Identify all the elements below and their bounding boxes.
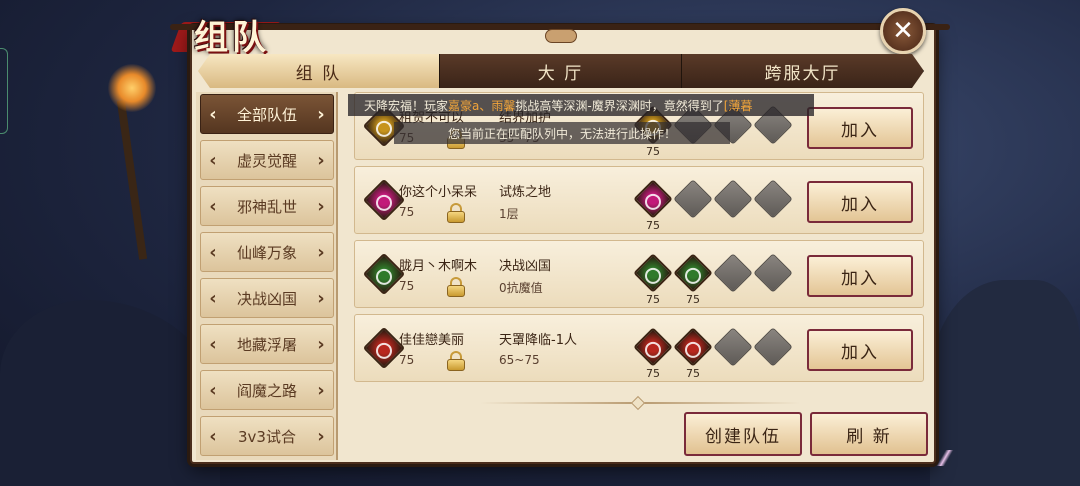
window-title: 组队 bbox=[168, 8, 296, 60]
sidebar-item-label: 地藏浮屠 bbox=[236, 335, 297, 354]
chevron-right-icon[interactable]: › bbox=[315, 426, 327, 447]
chevron-left-icon[interactable]: ‹ bbox=[207, 242, 219, 263]
tab-hall[interactable]: 大 厅 bbox=[440, 54, 682, 88]
unlock-icon bbox=[447, 351, 465, 371]
activity-requirement: 65~75 bbox=[499, 353, 540, 367]
leader-level: 75 bbox=[399, 353, 415, 367]
create-team-button[interactable]: 创建队伍 bbox=[684, 412, 802, 456]
sidebar-item-xianfeng[interactable]: ‹ 仙峰万象 › bbox=[200, 232, 334, 272]
activity-name: 天罩降临-1人 bbox=[499, 333, 577, 348]
sidebar-item-3v3[interactable]: ‹ 3v3试合 › bbox=[200, 416, 334, 456]
join-button[interactable]: 加入 bbox=[807, 107, 913, 149]
empty-slot bbox=[753, 179, 793, 219]
background-rock bbox=[0, 300, 220, 486]
team-row: 你这个小呆呆 75 试炼之地 1层 75 加入 bbox=[354, 166, 924, 234]
side-handle[interactable] bbox=[0, 48, 8, 134]
chevron-right-icon[interactable]: › bbox=[315, 380, 327, 401]
chevron-left-icon[interactable]: ‹ bbox=[207, 288, 219, 309]
team-row: 佳佳戀美丽 75 天罩降临-1人 65~75 75 75 加入 bbox=[354, 314, 924, 382]
sidebar-item-label: 仙峰万象 bbox=[236, 243, 297, 262]
activity-requirement: 0抗魔值 bbox=[499, 281, 543, 295]
member-level: 75 bbox=[646, 219, 660, 232]
refresh-button[interactable]: 刷 新 bbox=[810, 412, 928, 456]
empty-slot bbox=[713, 179, 753, 219]
chevron-left-icon[interactable]: ‹ bbox=[207, 196, 219, 217]
close-icon[interactable]: ✕ bbox=[880, 8, 926, 54]
chevron-left-icon[interactable]: ‹ bbox=[207, 104, 219, 125]
empty-slot bbox=[673, 179, 713, 219]
activity-sidebar: ‹ 全部队伍 › ‹ 虚灵觉醒 › ‹ 邪神乱世 › ‹ 仙峰万象 › ‹ 决战凶国 › ‹ 地藏浮屠… bbox=[196, 92, 338, 460]
member-level: 75 bbox=[646, 145, 660, 158]
sidebar-item-juezhan[interactable]: ‹ 决战凶国 › bbox=[200, 278, 334, 318]
broadcast-item: [薄暮 bbox=[723, 98, 753, 113]
chevron-left-icon[interactable]: ‹ bbox=[207, 380, 219, 401]
broadcast-separator: 、 bbox=[479, 98, 492, 113]
chevron-left-icon[interactable]: ‹ bbox=[207, 334, 219, 355]
sidebar-item-label: 3v3试合 bbox=[238, 427, 296, 446]
member-level: 75 bbox=[686, 367, 700, 380]
system-broadcast: 天降宏福！玩家 嘉豪a、雨馨 挑战高等深渊-魔界深渊时，竟然得到了 [薄暮 bbox=[348, 94, 814, 116]
leader-level: 75 bbox=[399, 205, 415, 219]
member-school-icon bbox=[633, 327, 673, 367]
title-ornament bbox=[545, 29, 577, 43]
tab-team[interactable]: 组 队 bbox=[198, 54, 440, 88]
torch-pole bbox=[116, 100, 148, 260]
activity-name: 试炼之地 bbox=[499, 185, 552, 200]
member-school-icon bbox=[633, 253, 673, 293]
sidebar-item-xieshen[interactable]: ‹ 邪神乱世 › bbox=[200, 186, 334, 226]
unlock-icon bbox=[447, 203, 465, 223]
sidebar-item-label: 全部队伍 bbox=[236, 105, 297, 124]
chevron-right-icon[interactable]: › bbox=[315, 334, 327, 355]
unlock-icon bbox=[447, 277, 465, 297]
leader-name: 胧月丶木啊木 bbox=[399, 259, 478, 274]
broadcast-player: 嘉豪a bbox=[448, 98, 480, 113]
broadcast-prefix: 天降宏福！玩家 bbox=[364, 98, 449, 113]
empty-slot bbox=[713, 253, 753, 293]
leader-level: 75 bbox=[399, 279, 415, 293]
chevron-left-icon[interactable]: ‹ bbox=[207, 426, 219, 447]
sidebar-item-dizang[interactable]: ‹ 地藏浮屠 › bbox=[200, 324, 334, 364]
sidebar-item-xuling[interactable]: ‹ 虚灵觉醒 › bbox=[200, 140, 334, 180]
member-school-icon bbox=[673, 327, 713, 367]
broadcast-message: 挑战高等深渊-魔界深渊时，竟然得到了 bbox=[515, 98, 724, 113]
tab-cross-server-hall[interactable]: 跨服大厅 bbox=[682, 54, 924, 88]
sidebar-item-label: 决战凶国 bbox=[236, 289, 297, 308]
torch-flame bbox=[108, 64, 156, 112]
chevron-right-icon[interactable]: › bbox=[315, 196, 327, 217]
activity-name: 决战凶国 bbox=[499, 259, 552, 274]
sidebar-item-all-teams[interactable]: ‹ 全部队伍 › bbox=[200, 94, 334, 134]
chevron-right-icon[interactable]: › bbox=[315, 288, 327, 309]
member-level: 75 bbox=[646, 367, 660, 380]
sidebar-item-label: 虚灵觉醒 bbox=[236, 151, 297, 170]
activity-requirement: 1层 bbox=[499, 207, 519, 221]
decorative-feather bbox=[930, 450, 960, 466]
chevron-left-icon[interactable]: ‹ bbox=[207, 150, 219, 171]
broadcast-player: 雨馨 bbox=[491, 98, 516, 113]
tab-bar: 组 队 大 厅 跨服大厅 bbox=[198, 54, 924, 88]
member-school-icon bbox=[673, 253, 713, 293]
member-school-icon bbox=[633, 179, 673, 219]
queue-warning-toast: 您当前正在匹配队列中，无法进行此操作！ bbox=[394, 122, 730, 144]
join-button[interactable]: 加入 bbox=[807, 255, 913, 297]
sidebar-item-yanmo[interactable]: ‹ 阎魔之路 › bbox=[200, 370, 334, 410]
empty-slot bbox=[753, 253, 793, 293]
member-level: 75 bbox=[646, 293, 660, 306]
chevron-right-icon[interactable]: › bbox=[315, 242, 327, 263]
join-button[interactable]: 加入 bbox=[807, 329, 913, 371]
chevron-right-icon[interactable]: › bbox=[315, 150, 327, 171]
join-button[interactable]: 加入 bbox=[807, 181, 913, 223]
empty-slot bbox=[713, 327, 753, 367]
team-row: 胧月丶木啊木 75 决战凶国 0抗魔值 75 75 加入 bbox=[354, 240, 924, 308]
sidebar-item-label: 邪神乱世 bbox=[236, 197, 297, 216]
empty-slot bbox=[753, 327, 793, 367]
member-level: 75 bbox=[686, 293, 700, 306]
leader-name: 佳佳戀美丽 bbox=[399, 333, 465, 348]
sidebar-item-label: 阎魔之路 bbox=[236, 381, 297, 400]
chevron-right-icon[interactable]: › bbox=[315, 104, 327, 125]
leader-name: 你这个小呆呆 bbox=[399, 185, 478, 200]
